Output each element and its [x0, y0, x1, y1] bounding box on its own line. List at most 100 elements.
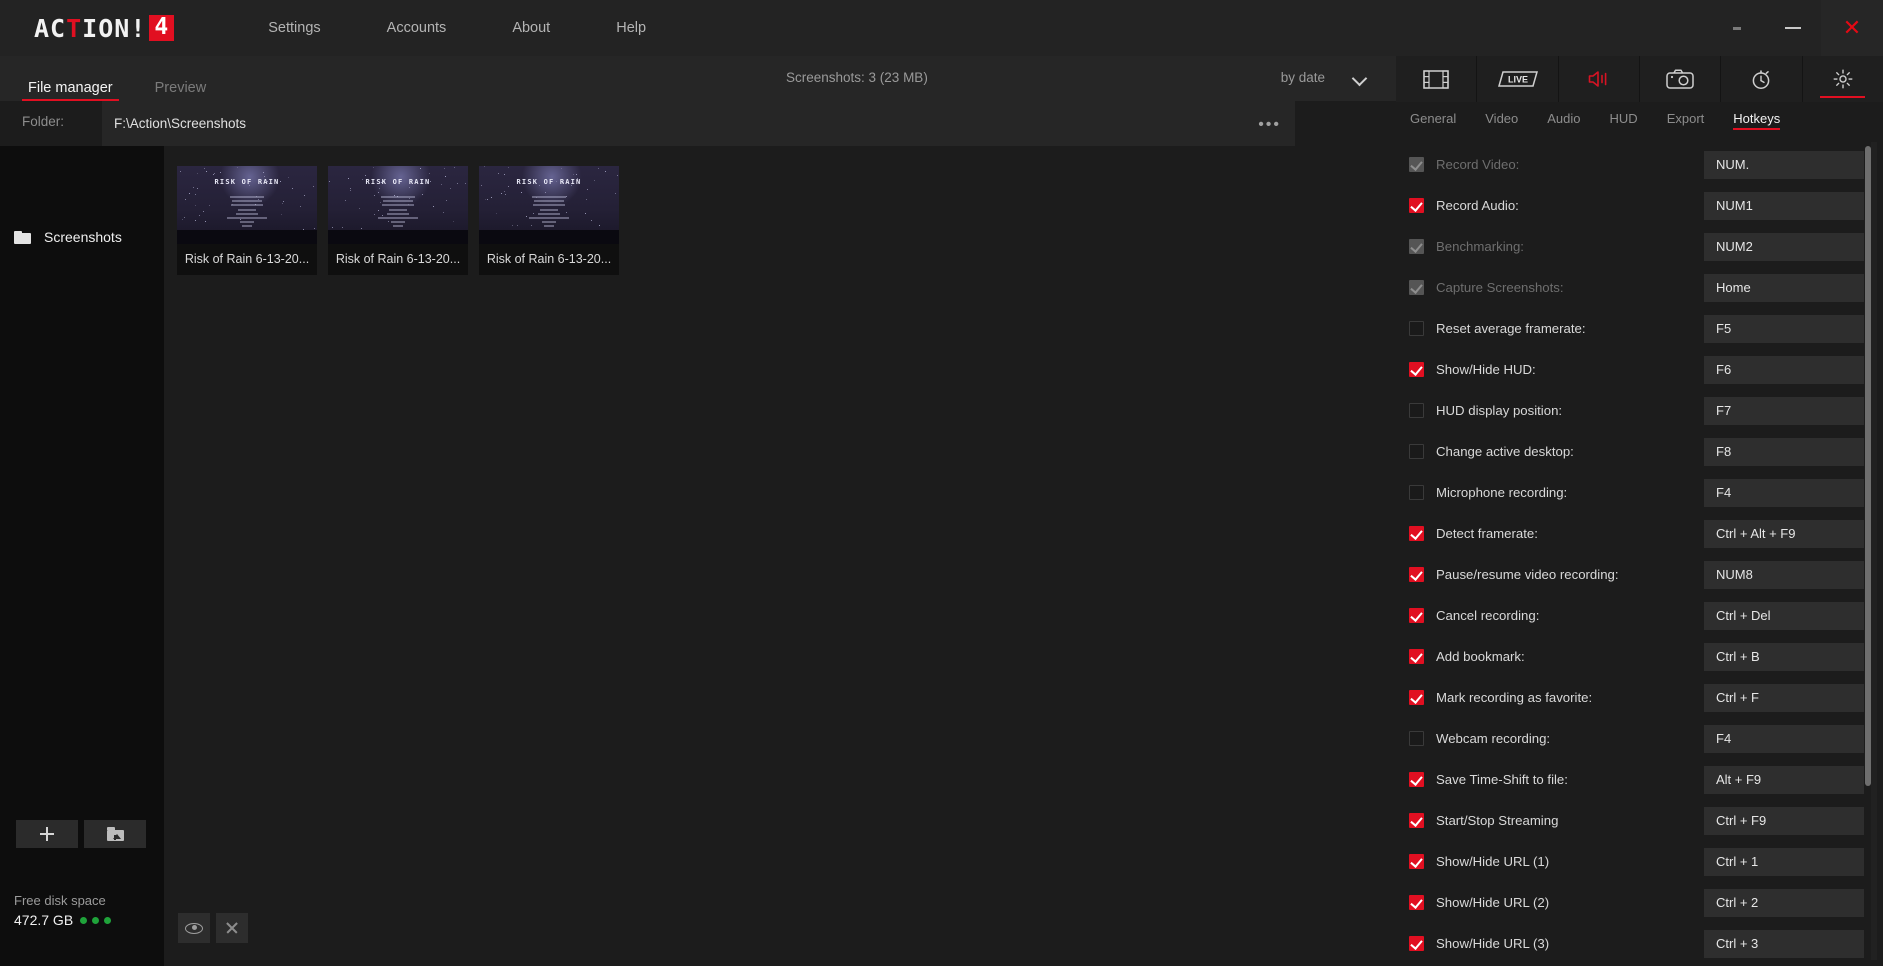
folder-path-value: F:\Action\Screenshots — [114, 116, 246, 131]
hotkey-checkbox — [1409, 157, 1424, 172]
hotkey-checkbox[interactable] — [1409, 731, 1424, 746]
hotkey-key-field[interactable]: NUM8 — [1704, 561, 1864, 589]
file-actions — [178, 913, 248, 943]
file-manager-pane: File manager Preview Screenshots: 3 (23 … — [0, 56, 1396, 966]
hotkey-key-field[interactable]: Ctrl + 3 — [1704, 930, 1864, 958]
thumbnail-item[interactable]: RISK OF RAIN Risk of Rain 6-13-20... — [177, 166, 317, 275]
disk-status-dots — [80, 917, 111, 924]
restore-button[interactable] — [1709, 0, 1765, 56]
tab-file-manager[interactable]: File manager — [22, 80, 119, 101]
hotkey-key-field[interactable]: Ctrl + Alt + F9 — [1704, 520, 1864, 548]
mode-screenshots[interactable] — [1640, 56, 1721, 102]
hotkey-checkbox[interactable] — [1409, 321, 1424, 336]
hotkey-row: Record Audio: NUM1 — [1396, 185, 1883, 226]
hotkey-key-field[interactable]: Ctrl + F9 — [1704, 807, 1864, 835]
hotkey-row: Show/Hide URL (1) Ctrl + 1 — [1396, 841, 1883, 882]
close-button[interactable]: ✕ — [1821, 0, 1883, 56]
eye-icon — [185, 923, 203, 934]
sort-dropdown[interactable]: by date — [1281, 70, 1366, 85]
hotkey-label: Add bookmark: — [1436, 649, 1704, 664]
subtab-export[interactable]: Export — [1667, 111, 1705, 130]
hotkey-checkbox[interactable] — [1409, 403, 1424, 418]
hotkeys-scrollbar-thumb[interactable] — [1865, 146, 1871, 786]
hotkey-checkbox[interactable] — [1409, 526, 1424, 541]
close-icon: ✕ — [1843, 17, 1861, 39]
hotkey-checkbox[interactable] — [1409, 198, 1424, 213]
add-folder-button[interactable] — [16, 820, 78, 848]
hotkey-checkbox[interactable] — [1409, 649, 1424, 664]
hotkey-key-value: Home — [1716, 280, 1751, 295]
tree-item-label: Screenshots — [44, 229, 122, 245]
hotkey-checkbox[interactable] — [1409, 362, 1424, 377]
hotkey-key-field[interactable]: Ctrl + B — [1704, 643, 1864, 671]
hotkey-row: Record Video: NUM. — [1396, 144, 1883, 185]
mode-audio-recording[interactable] — [1559, 56, 1640, 102]
menu-item-settings[interactable]: Settings — [258, 14, 330, 42]
subtab-general[interactable]: General — [1410, 111, 1456, 130]
thumbnail-menu-lines — [328, 196, 468, 227]
tab-preview[interactable]: Preview — [149, 80, 213, 101]
hotkey-label: Benchmarking: — [1436, 239, 1704, 254]
plus-icon — [40, 827, 54, 841]
hotkey-key-field[interactable]: Ctrl + F — [1704, 684, 1864, 712]
subtab-audio[interactable]: Audio — [1547, 111, 1580, 130]
folder-more-button[interactable]: ••• — [1258, 117, 1281, 133]
minimize-button[interactable] — [1765, 0, 1821, 56]
hotkey-key-field[interactable]: Ctrl + Del — [1704, 602, 1864, 630]
hotkey-key-field[interactable]: Alt + F9 — [1704, 766, 1864, 794]
hotkey-key-field[interactable]: NUM1 — [1704, 192, 1864, 220]
mode-video-recording[interactable] — [1396, 56, 1477, 102]
thumbnail-caption: Risk of Rain 6-13-20... — [328, 244, 468, 275]
thumbnail-item[interactable]: RISK OF RAIN Risk of Rain 6-13-20... — [479, 166, 619, 275]
delete-file-button[interactable] — [216, 913, 248, 943]
menu-item-accounts[interactable]: Accounts — [377, 14, 457, 42]
hotkey-key-field[interactable]: Home — [1704, 274, 1864, 302]
hotkey-key-field[interactable]: Ctrl + 2 — [1704, 889, 1864, 917]
hotkey-key-field[interactable]: F5 — [1704, 315, 1864, 343]
hotkey-checkbox[interactable] — [1409, 567, 1424, 582]
hotkey-key-field[interactable]: F7 — [1704, 397, 1864, 425]
tree-item-screenshots[interactable]: Screenshots — [0, 222, 164, 252]
hotkey-checkbox[interactable] — [1409, 936, 1424, 951]
live-icon: LIVE — [1495, 70, 1539, 88]
thumbnail-menu-lines — [177, 196, 317, 227]
hotkeys-scrollbar-track[interactable] — [1871, 142, 1877, 960]
hotkey-checkbox[interactable] — [1409, 854, 1424, 869]
mode-live-streaming[interactable]: LIVE — [1477, 56, 1558, 102]
subtab-hotkeys[interactable]: Hotkeys — [1733, 111, 1780, 130]
menu-item-help[interactable]: Help — [606, 14, 656, 42]
hotkey-key-field[interactable]: F4 — [1704, 479, 1864, 507]
hotkey-key-field[interactable]: F6 — [1704, 356, 1864, 384]
hotkey-checkbox[interactable] — [1409, 444, 1424, 459]
tree-action-buttons — [16, 820, 146, 848]
hotkey-key-value: Ctrl + 1 — [1716, 854, 1758, 869]
hotkey-key-field[interactable]: NUM. — [1704, 151, 1864, 179]
thumbnail-menu-lines — [479, 196, 619, 227]
hotkey-key-field[interactable]: NUM2 — [1704, 233, 1864, 261]
thumbnail-caption: Risk of Rain 6-13-20... — [177, 244, 317, 275]
hotkey-key-field[interactable]: F4 — [1704, 725, 1864, 753]
subtab-hud[interactable]: HUD — [1610, 111, 1638, 130]
hotkey-checkbox[interactable] — [1409, 608, 1424, 623]
thumbnail-item[interactable]: RISK OF RAIN Risk of Rain 6-13-20... — [328, 166, 468, 275]
hotkey-key-field[interactable]: F8 — [1704, 438, 1864, 466]
film-strip-icon — [1423, 70, 1449, 89]
hotkey-key-field[interactable]: Ctrl + 1 — [1704, 848, 1864, 876]
mode-settings[interactable] — [1803, 56, 1883, 102]
file-manager-tabs: File manager Preview — [0, 56, 242, 101]
hotkey-row: Detect framerate: Ctrl + Alt + F9 — [1396, 513, 1883, 554]
folder-path-field[interactable]: F:\Action\Screenshots ••• — [102, 101, 1295, 146]
mode-time-shift[interactable] — [1721, 56, 1802, 102]
minimize-icon — [1785, 27, 1801, 29]
menu-item-about[interactable]: About — [502, 14, 560, 42]
hotkey-row: Webcam recording: F4 — [1396, 718, 1883, 759]
hotkey-checkbox[interactable] — [1409, 895, 1424, 910]
hotkey-checkbox[interactable] — [1409, 772, 1424, 787]
hotkey-checkbox[interactable] — [1409, 813, 1424, 828]
hotkey-label: Mark recording as favorite: — [1436, 690, 1704, 705]
hotkey-checkbox[interactable] — [1409, 485, 1424, 500]
preview-file-button[interactable] — [178, 913, 210, 943]
open-folder-button[interactable] — [84, 820, 146, 848]
hotkey-checkbox[interactable] — [1409, 690, 1424, 705]
subtab-video[interactable]: Video — [1485, 111, 1518, 130]
